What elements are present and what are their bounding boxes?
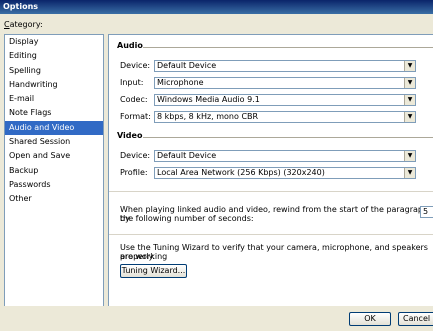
category-label-rest: ategory: <box>9 20 43 29</box>
audio-input-label: Input: <box>120 78 144 87</box>
video-section-divider <box>143 137 433 138</box>
tuning-text-line1: Use the Tuning Wizard to verify that you… <box>120 243 428 261</box>
video-device-select[interactable]: Default Device ▼ <box>154 150 416 162</box>
sidebar-item-open-and-save[interactable]: Open and Save <box>5 149 103 163</box>
chevron-down-icon[interactable]: ▼ <box>404 112 415 122</box>
audio-device-select[interactable]: Default Device ▼ <box>154 60 416 72</box>
chevron-down-icon[interactable]: ▼ <box>404 95 415 105</box>
video-device-value: Default Device <box>157 151 217 160</box>
rewind-seconds-input[interactable]: 5 <box>420 206 433 218</box>
sidebar-item-email[interactable]: E-mail <box>5 92 103 106</box>
audio-format-select[interactable]: 8 kbps, 8 kHz, mono CBR ▼ <box>154 111 416 123</box>
video-device-label: Device: <box>120 151 151 160</box>
video-profile-label: Profile: <box>120 168 148 177</box>
ok-button[interactable]: OK <box>349 312 391 326</box>
sidebar-item-backup[interactable]: Backup <box>5 164 103 178</box>
sidebar-item-other[interactable]: Other <box>5 192 103 206</box>
sidebar-item-passwords[interactable]: Passwords <box>5 178 103 192</box>
chevron-down-icon[interactable]: ▼ <box>404 151 415 161</box>
settings-panel: Audio Device: Default Device ▼ Input: Mi… <box>108 34 433 306</box>
dialog-footer: OK Cancel <box>0 306 433 331</box>
audio-codec-label: Codec: <box>120 95 148 104</box>
section-separator <box>109 234 433 235</box>
sidebar-item-note-flags[interactable]: Note Flags <box>5 106 103 120</box>
sidebar-item-shared-session[interactable]: Shared Session <box>5 135 103 149</box>
sidebar-item-spelling[interactable]: Spelling <box>5 64 103 78</box>
audio-device-label: Device: <box>120 61 151 70</box>
chevron-down-icon[interactable]: ▼ <box>404 168 415 178</box>
category-label: Category: <box>4 20 43 29</box>
chevron-down-icon[interactable]: ▼ <box>404 78 415 88</box>
audio-codec-select[interactable]: Windows Media Audio 9.1 ▼ <box>154 94 416 106</box>
sidebar-item-audio-and-video[interactable]: Audio and Video <box>5 120 103 136</box>
sidebar-item-display[interactable]: Display <box>5 35 103 49</box>
video-profile-value: Local Area Network (256 Kbps) (320x240) <box>157 168 325 177</box>
video-profile-select[interactable]: Local Area Network (256 Kbps) (320x240) … <box>154 167 416 179</box>
audio-input-select[interactable]: Microphone ▼ <box>154 77 416 89</box>
audio-section-title: Audio <box>117 41 143 50</box>
tuning-wizard-button[interactable]: Tuning Wizard... <box>120 264 187 278</box>
category-list[interactable]: Display Editing Spelling Handwriting E-m… <box>4 34 104 310</box>
window-title: Options <box>0 0 433 14</box>
rewind-text-line2: the following number of seconds: <box>120 214 254 223</box>
audio-input-value: Microphone <box>157 78 204 87</box>
audio-format-label: Format: <box>120 112 151 121</box>
audio-section-divider <box>143 47 433 48</box>
sidebar-item-handwriting[interactable]: Handwriting <box>5 78 103 92</box>
audio-format-value: 8 kbps, 8 kHz, mono CBR <box>157 112 259 121</box>
audio-device-value: Default Device <box>157 61 217 70</box>
section-separator <box>109 191 433 192</box>
chevron-down-icon[interactable]: ▼ <box>404 61 415 71</box>
video-section-title: Video <box>117 131 143 140</box>
tuning-text-line2: properly. <box>120 252 155 261</box>
audio-codec-value: Windows Media Audio 9.1 <box>157 95 260 104</box>
sidebar-item-editing[interactable]: Editing <box>5 49 103 63</box>
cancel-button[interactable]: Cancel <box>398 312 433 326</box>
